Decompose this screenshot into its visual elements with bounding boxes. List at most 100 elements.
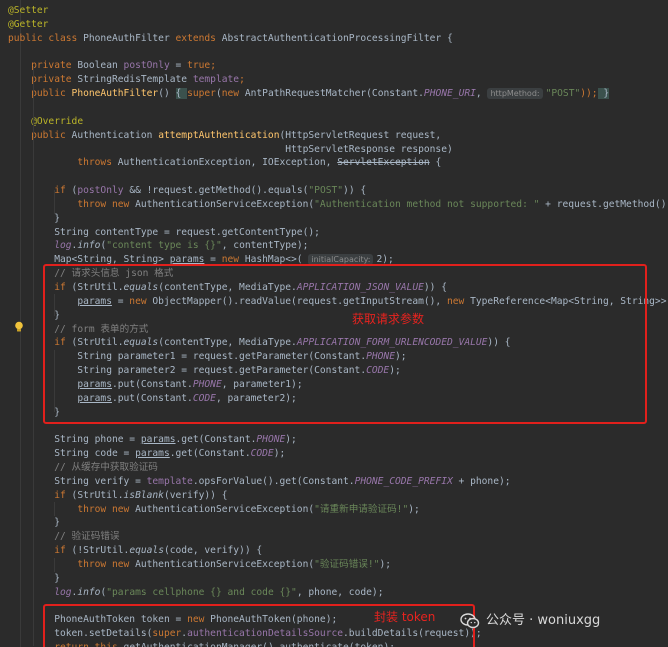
code-line[interactable]: if (StrUtil.isBlank(verify)) { (8, 489, 227, 503)
code-token: Authentication (71, 129, 159, 141)
code-line[interactable]: throws AuthenticationException, IOExcept… (8, 156, 441, 170)
code-token: String contentType = request.getContentT… (8, 226, 320, 238)
code-line[interactable]: // 验证码错误 (8, 530, 119, 544)
code-token: "content type is {}" (106, 240, 222, 252)
code-token: equals (129, 545, 164, 557)
code-line[interactable]: // 从缓存中获取验证码 (8, 461, 158, 475)
code-token: AuthenticationServiceException( (135, 559, 315, 570)
code-token: )) { (343, 185, 367, 197)
code-token: ; (239, 74, 245, 86)
code-line[interactable]: String verify = template.opsForValue().g… (8, 475, 511, 489)
code-token: + phone); (452, 475, 511, 487)
code-token: PhoneAuthFilter (71, 88, 159, 100)
code-token: "Authentication method not supported: " (314, 198, 540, 210)
code-line[interactable]: String contentType = request.getContentT… (8, 226, 320, 240)
code-line[interactable]: public Authentication attemptAuthenticat… (8, 129, 441, 143)
code-token: public (31, 88, 72, 100)
code-token: ; (210, 60, 216, 72)
lightbulb-icon[interactable] (14, 321, 24, 333)
code-token: String verify = (8, 475, 147, 487)
code-token: , contentType); (221, 240, 309, 252)
code-line[interactable]: private StringRedisTemplate template; (8, 73, 245, 87)
code-line[interactable]: @Setter (8, 4, 48, 18)
code-token: AuthenticationServiceException( (135, 503, 315, 515)
code-token: extends (175, 32, 222, 44)
code-line[interactable]: log.info("params cellphone {} and code {… (8, 586, 383, 600)
code-token: ); (408, 503, 420, 515)
code-token: String phone = (8, 434, 141, 446)
code-token: AbstractAuthenticationProcessingFilter { (221, 32, 453, 44)
code-token: { (429, 157, 442, 169)
code-token: postOnly (123, 60, 170, 72)
code-token: .get(Constant. (169, 448, 251, 460)
code-token: () (158, 88, 176, 100)
code-token: info (77, 586, 101, 598)
code-line[interactable]: if (postOnly && !request.getMethod().equ… (8, 184, 366, 198)
code-token: AuthenticationException, IOException, (117, 157, 338, 169)
code-token: if (54, 185, 72, 197)
code-token: (!StrUtil. (71, 545, 130, 557)
code-token: } (597, 88, 610, 100)
code-token: + request.getMethod()); (539, 198, 668, 210)
code-token: , phone, code); (296, 586, 384, 598)
code-token: // 从缓存中获取验证码 (54, 462, 158, 474)
highlight-box-get-params (43, 264, 647, 424)
code-token: ServletException (337, 157, 430, 169)
code-line[interactable]: log.info("content type is {}", contentTy… (8, 239, 308, 253)
code-token: throws (77, 157, 118, 169)
code-line[interactable]: public class PhoneAuthFilter extends Abs… (8, 32, 453, 46)
code-token: template (192, 74, 240, 86)
code-line[interactable]: throw new AuthenticationServiceException… (8, 558, 391, 572)
indent-guide (54, 502, 55, 516)
code-line[interactable]: @Override (8, 115, 83, 129)
code-token: CODE (250, 448, 274, 460)
code-line[interactable]: throw new AuthenticationServiceException… (8, 503, 420, 517)
code-token: .opsForValue().get(Constant. (192, 475, 355, 487)
code-line[interactable]: public PhoneAuthFilter() { super(new Ant… (8, 87, 610, 101)
code-token: { (175, 88, 188, 100)
code-token: public class (8, 32, 84, 44)
code-editor[interactable]: @Setter @Getter public class PhoneAuthFilt… (0, 0, 668, 647)
wechat-icon (460, 613, 480, 629)
code-token: PHONE (256, 434, 286, 446)
code-token: "请重新申请验证码!" (314, 503, 409, 515)
code-token: AntPathRequestMatcher(Constant. (244, 88, 424, 100)
code-token: super (187, 88, 216, 100)
code-token: isBlank (123, 489, 164, 501)
code-line[interactable]: if (!StrUtil.equals(code, verify)) { (8, 544, 262, 558)
code-line[interactable]: throw new AuthenticationServiceException… (8, 198, 668, 212)
code-line[interactable]: String code = params.get(Constant.CODE); (8, 447, 285, 461)
wechat-watermark: 公众号 · woniuxgg (460, 611, 600, 631)
code-token: template (146, 475, 193, 487)
code-token: log (54, 586, 72, 598)
code-token: StringRedisTemplate (77, 74, 193, 86)
code-token: if (54, 489, 72, 501)
code-line[interactable]: @Getter (8, 18, 48, 32)
code-line[interactable]: String phone = params.get(Constant.PHONE… (8, 433, 297, 447)
code-token: true (187, 60, 211, 72)
code-token: ); (273, 448, 286, 460)
indent-guide (33, 66, 34, 646)
code-line[interactable]: private Boolean postOnly = true; (8, 59, 216, 73)
code-token: params (135, 448, 170, 460)
code-token: @Override (31, 115, 84, 127)
code-line[interactable]: HttpServletResponse response) (8, 143, 453, 157)
code-token: PHONE_URI (423, 88, 476, 100)
code-token: log (54, 240, 72, 252)
code-token: private (31, 74, 78, 86)
code-token: Boolean (77, 60, 124, 72)
code-token: AuthenticationServiceException( (135, 198, 315, 210)
code-token: (code, verify)) { (163, 545, 263, 557)
code-token: attemptAuthentication (158, 129, 280, 141)
code-token: (StrUtil. (71, 489, 124, 501)
watermark-text: 公众号 · woniuxgg (486, 613, 601, 628)
code-token: throw new (77, 503, 136, 515)
code-token: throw new (77, 559, 136, 570)
